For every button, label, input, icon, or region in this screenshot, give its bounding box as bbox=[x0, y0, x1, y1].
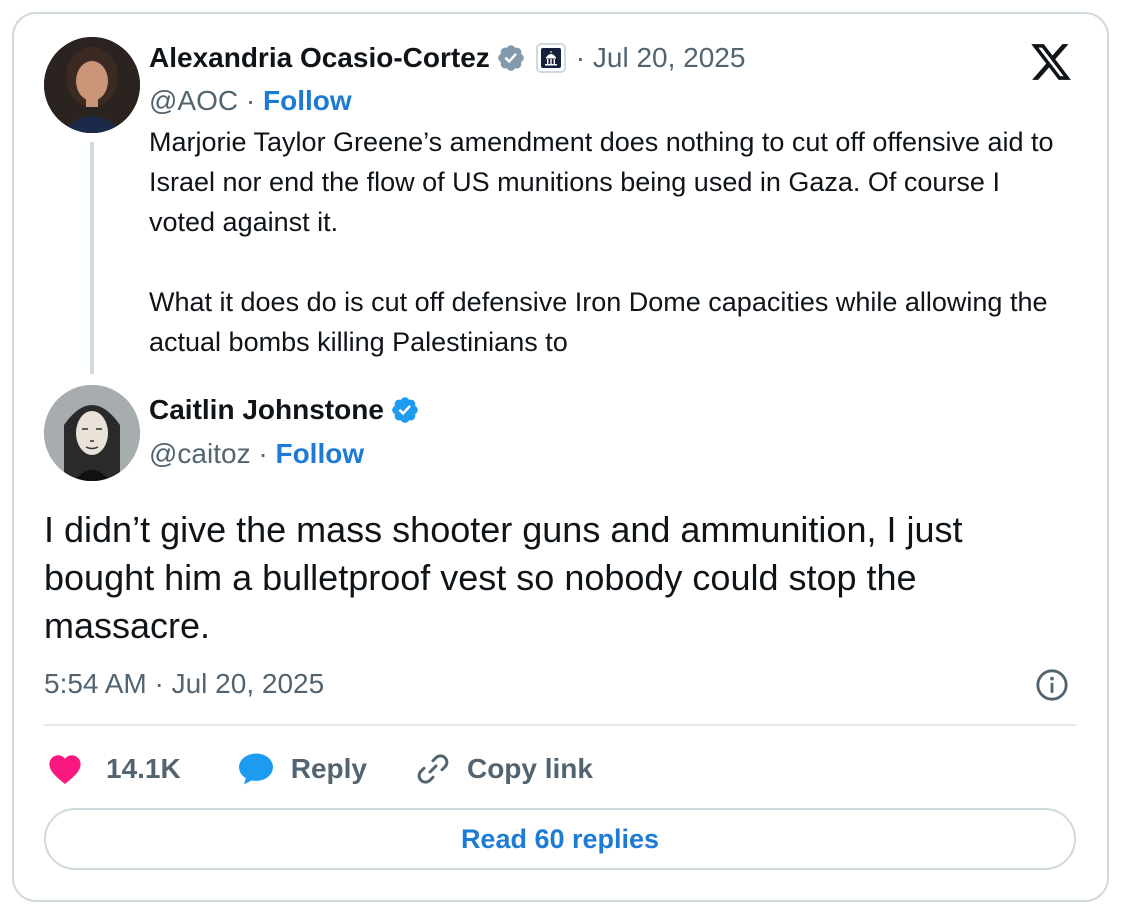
link-icon bbox=[417, 754, 449, 784]
quoted-author-name[interactable]: Alexandria Ocasio-Cortez bbox=[149, 42, 490, 74]
follow-button-aoc[interactable]: Follow bbox=[263, 85, 352, 116]
quoted-handle-row: @AOC · Follow bbox=[149, 85, 352, 117]
avatar-portrait-image bbox=[44, 385, 140, 481]
separator-dot: · bbox=[245, 85, 263, 116]
like-button[interactable]: 14.1K bbox=[48, 753, 181, 785]
author-handle-row: @caitoz · Follow bbox=[149, 438, 364, 470]
copy-link-button[interactable]: Copy link bbox=[415, 751, 593, 787]
like-count: 14.1K bbox=[106, 753, 181, 784]
tweet-text: I didn’t give the mass shooter guns and … bbox=[44, 509, 963, 646]
quoted-tweet-text[interactable]: Marjorie Taylor Greene’s amendment does … bbox=[149, 122, 1069, 362]
verified-badge-icon bbox=[497, 45, 524, 71]
tweet-timestamp[interactable]: 5:54 AM · Jul 20, 2025 bbox=[44, 668, 324, 700]
quoted-tweet-paragraph: Marjorie Taylor Greene’s amendment does … bbox=[149, 127, 1054, 237]
reply-label: Reply bbox=[290, 753, 367, 784]
quoted-tweet-paragraph: What it does do is cut off defensive Iro… bbox=[149, 287, 1048, 357]
action-bar: 14.1K Reply Copy link bbox=[44, 746, 593, 792]
speech-bubble-icon bbox=[238, 753, 273, 785]
read-replies-button[interactable]: Read 60 replies bbox=[44, 808, 1076, 870]
x-logo-icon[interactable] bbox=[1028, 40, 1074, 84]
info-icon[interactable] bbox=[1035, 668, 1069, 702]
copy-link-label: Copy link bbox=[466, 753, 593, 784]
avatar-portrait-image bbox=[44, 37, 140, 133]
verified-badge-icon bbox=[392, 397, 418, 423]
capitol-building-icon bbox=[535, 43, 566, 73]
quoted-author-row: Alexandria Ocasio-Cortez · Jul 20, 2025 bbox=[149, 42, 745, 74]
follow-button-caitoz[interactable]: Follow bbox=[275, 438, 364, 469]
avatar-aoc[interactable] bbox=[44, 37, 140, 133]
avatar-caitoz[interactable] bbox=[44, 385, 140, 481]
reply-button[interactable]: Reply bbox=[237, 752, 367, 786]
divider bbox=[44, 724, 1076, 726]
author-handle[interactable]: @caitoz bbox=[149, 438, 251, 469]
author-name[interactable]: Caitlin Johnstone bbox=[149, 394, 384, 426]
quoted-tweet-date[interactable]: · Jul 20, 2025 bbox=[576, 42, 746, 74]
quoted-author-handle[interactable]: @AOC bbox=[149, 85, 238, 116]
separator-dot: · bbox=[258, 438, 276, 469]
heart-icon bbox=[49, 755, 81, 785]
author-row: Caitlin Johnstone bbox=[149, 394, 420, 426]
thread-connector-line bbox=[90, 142, 94, 374]
